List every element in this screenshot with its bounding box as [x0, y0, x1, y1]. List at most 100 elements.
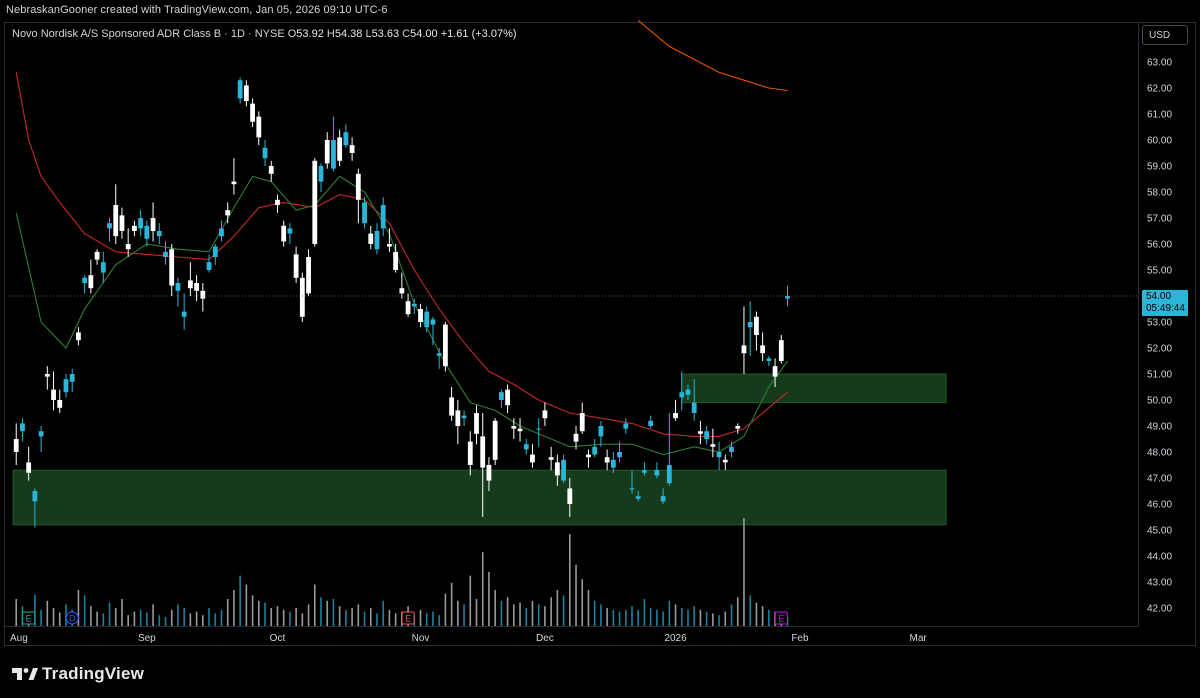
volume-bar	[624, 609, 627, 626]
volume-bar	[544, 606, 546, 626]
ohlc-low: L53.63	[365, 28, 400, 40]
price-tick-label: 55.00	[1147, 266, 1172, 277]
volume-bar	[450, 582, 453, 626]
candle-body	[306, 257, 311, 294]
tradingview-logo-icon	[12, 668, 38, 680]
volume-bar	[513, 604, 515, 626]
volume-bar	[537, 604, 540, 626]
volume-bar	[469, 575, 472, 626]
price-tick-label: 47.00	[1147, 474, 1172, 485]
candle-body	[474, 413, 479, 434]
candle-body	[586, 454, 591, 458]
volume-bar	[152, 604, 154, 626]
candle-body	[187, 280, 193, 289]
volume-bar	[556, 590, 559, 626]
candle-body	[312, 160, 318, 244]
candle-body	[648, 420, 654, 426]
volume-bar	[102, 613, 105, 626]
candle-body	[760, 345, 766, 354]
candle-body	[629, 488, 635, 490]
event-marker-letter: E	[26, 614, 32, 624]
candle-body	[592, 446, 598, 455]
candle-body	[505, 389, 510, 406]
footer	[0, 652, 1200, 698]
candle-body	[698, 431, 703, 434]
symbol-title[interactable]: Novo Nordisk A/S Sponsored ADR Class B ·…	[12, 28, 285, 40]
volume-bar	[693, 606, 695, 626]
candle-body	[63, 379, 69, 393]
chart-plot[interactable]: 42.00 43.00 44.00 45.00 46.00 47.00 48.00 49.00…	[0, 0, 1200, 698]
candle-body	[436, 353, 442, 356]
candle-body	[579, 413, 585, 432]
price-tick-label: 42.00	[1147, 604, 1172, 615]
candle-body	[449, 397, 455, 416]
currency-button[interactable]: USD	[1142, 25, 1188, 45]
candle-body	[318, 166, 324, 182]
volume-bar	[718, 615, 720, 626]
candle-body	[169, 249, 175, 286]
candle-body	[250, 103, 255, 122]
candle-body	[268, 166, 274, 174]
candle-body	[405, 301, 411, 315]
volume-bar	[108, 602, 111, 626]
candle-body	[51, 389, 56, 400]
candle-body	[262, 147, 268, 159]
candle-body	[13, 439, 19, 452]
candle-body	[32, 491, 38, 502]
candle-body	[125, 244, 131, 250]
volume-bar	[351, 608, 353, 626]
volume-bar	[768, 609, 770, 626]
candle-body	[673, 413, 678, 419]
volume-bar	[307, 604, 310, 626]
volume-bar	[506, 597, 509, 626]
volume-bar	[96, 611, 98, 626]
volume-bar	[214, 613, 217, 626]
tradingview-logo[interactable]: TradingView	[12, 664, 144, 684]
volume-bar	[83, 595, 86, 626]
candle-body	[722, 459, 728, 463]
candle-body	[716, 452, 722, 458]
time-tick-label: Nov	[412, 633, 430, 644]
volume-bar	[712, 613, 714, 626]
volume-bar	[233, 590, 235, 626]
price-tick-label: 44.00	[1147, 552, 1172, 563]
volume-bar	[674, 604, 677, 626]
volume-bar	[332, 599, 335, 626]
candle-body	[100, 262, 106, 273]
volume-bar	[761, 606, 764, 626]
price-tick-label: 50.00	[1147, 396, 1172, 407]
candle-body	[132, 225, 137, 231]
candle-body	[194, 283, 199, 291]
volume-bar	[569, 534, 571, 626]
volume-bar	[662, 611, 664, 626]
price-tick-label: 56.00	[1147, 240, 1172, 251]
candle-body	[144, 225, 150, 239]
volume-bar	[146, 612, 148, 626]
candle-body	[368, 233, 374, 244]
candle-body	[181, 311, 187, 317]
volume-bar	[282, 609, 285, 626]
volume-bar	[743, 518, 745, 626]
volume-bar	[139, 609, 142, 626]
volume-bar	[226, 599, 229, 626]
volume-bar	[320, 597, 322, 626]
candle-body	[486, 465, 492, 481]
candle-body	[399, 288, 405, 294]
candle-body	[461, 415, 467, 419]
candle-body	[685, 389, 691, 395]
last-price-value: 54.00	[1146, 291, 1172, 302]
candle-body	[617, 452, 622, 458]
volume-bar	[301, 613, 304, 626]
candle-body	[623, 423, 629, 429]
volume-bar	[258, 600, 260, 626]
volume-bar	[463, 604, 465, 626]
candle-body	[741, 345, 747, 354]
volume-bar	[606, 608, 608, 626]
volume-bar	[195, 611, 198, 626]
volume-bar	[600, 604, 602, 626]
volume-bar	[425, 613, 428, 626]
candle-body	[691, 402, 697, 413]
candle-body	[94, 251, 100, 260]
price-tick-label: 43.00	[1147, 578, 1172, 589]
ema-fast-line	[15, 175, 788, 456]
